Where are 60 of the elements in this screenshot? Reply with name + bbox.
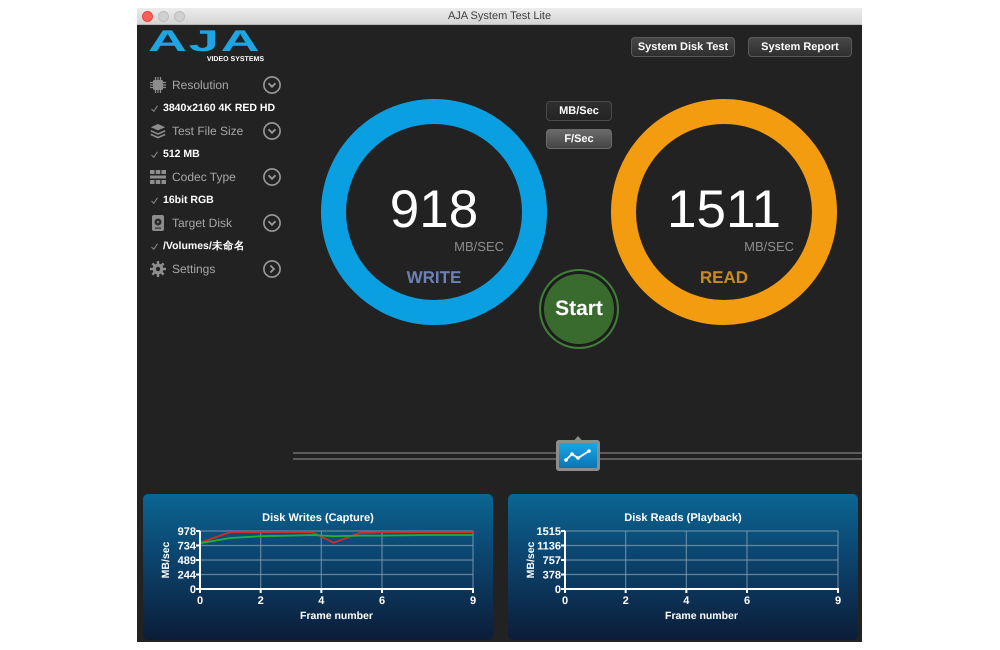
axis-tick-label: 4 bbox=[683, 595, 690, 607]
axis-tick-label: 734 bbox=[178, 540, 196, 552]
window-title: AJA System Test Lite bbox=[448, 10, 552, 22]
sidebar-value: 3840x2160 4K RED HD bbox=[163, 102, 276, 114]
axis-tick-label: 2 bbox=[258, 595, 264, 607]
axis-tick-label: 4 bbox=[318, 595, 324, 607]
gauge-unit: MB/SEC bbox=[454, 240, 504, 254]
axis-tick-label: 757 bbox=[542, 555, 561, 568]
chevron-right-icon[interactable] bbox=[263, 260, 281, 278]
axis-tick-label: 244 bbox=[178, 570, 196, 582]
sidebar-value: /Volumes/未命名 bbox=[163, 239, 245, 253]
axis-tick-label: 1515 bbox=[536, 526, 561, 538]
axis-tick-label: 9 bbox=[470, 595, 476, 607]
sidebar-label: Codec Type bbox=[172, 170, 237, 184]
unit-toggle-button[interactable]: F/Sec bbox=[546, 129, 612, 149]
toolbar-button[interactable]: System Disk Test bbox=[631, 37, 735, 57]
sidebar-value: 512 MB bbox=[163, 148, 200, 160]
unit-toggle-button[interactable]: MB/Sec bbox=[546, 101, 612, 121]
sidebar-value: 16bit RGB bbox=[163, 194, 214, 206]
axis-tick-label: 1136 bbox=[537, 540, 561, 552]
gear-icon bbox=[150, 261, 166, 277]
axis-tick-label: 6 bbox=[378, 595, 386, 607]
axis-tick-label: 0 bbox=[190, 584, 196, 596]
gauge-label: READ bbox=[700, 268, 748, 288]
toolbar-button[interactable]: System Report bbox=[748, 37, 852, 57]
axis-tick-label: 9 bbox=[834, 595, 842, 607]
close-button[interactable] bbox=[142, 10, 153, 22]
axis-tick-label: 0 bbox=[196, 595, 204, 607]
axis-tick-label: 489 bbox=[178, 555, 196, 567]
start-button[interactable]: Start bbox=[539, 269, 619, 349]
gauge-value: 918 bbox=[390, 180, 478, 240]
chevron-down-icon[interactable] bbox=[263, 76, 281, 94]
line-chart-icon bbox=[556, 436, 600, 471]
axis-tick-label: 978 bbox=[178, 526, 196, 538]
axis-tick-label: 378 bbox=[542, 570, 561, 582]
chart-title: Disk Writes (Capture) bbox=[262, 512, 374, 524]
gauge-value: 1511 bbox=[667, 180, 781, 240]
gauge-unit: MB/SEC bbox=[744, 240, 794, 254]
axis-tick-label: 2 bbox=[622, 595, 629, 607]
axis-tick-label: 0 bbox=[554, 584, 561, 596]
axis-title: Frame number bbox=[300, 610, 373, 622]
sidebar-label: Target Disk bbox=[172, 216, 234, 230]
chevron-down-icon[interactable] bbox=[263, 168, 281, 186]
chevron-down-icon[interactable] bbox=[263, 122, 281, 140]
logo-wordmark: AJA bbox=[148, 30, 262, 54]
layers-icon bbox=[150, 123, 166, 139]
axis-title: Frame number bbox=[665, 610, 738, 622]
axis-tick-label: 6 bbox=[744, 595, 750, 607]
axis-tick-label: 0 bbox=[562, 595, 568, 607]
gauge-label: WRITE bbox=[406, 268, 462, 288]
blocks-icon bbox=[150, 169, 166, 185]
axis-title: MB/sec bbox=[525, 542, 537, 578]
axis-title: MB/sec bbox=[160, 542, 172, 578]
sidebar-label: Resolution bbox=[172, 78, 230, 92]
chip-icon bbox=[150, 77, 166, 93]
chart-title: Disk Reads (Playback) bbox=[624, 512, 742, 524]
sidebar-label: Test File Size bbox=[172, 124, 244, 138]
chart-toggle-button[interactable] bbox=[556, 436, 600, 471]
sidebar-label: Settings bbox=[172, 262, 216, 276]
chevron-down-icon[interactable] bbox=[263, 214, 281, 232]
